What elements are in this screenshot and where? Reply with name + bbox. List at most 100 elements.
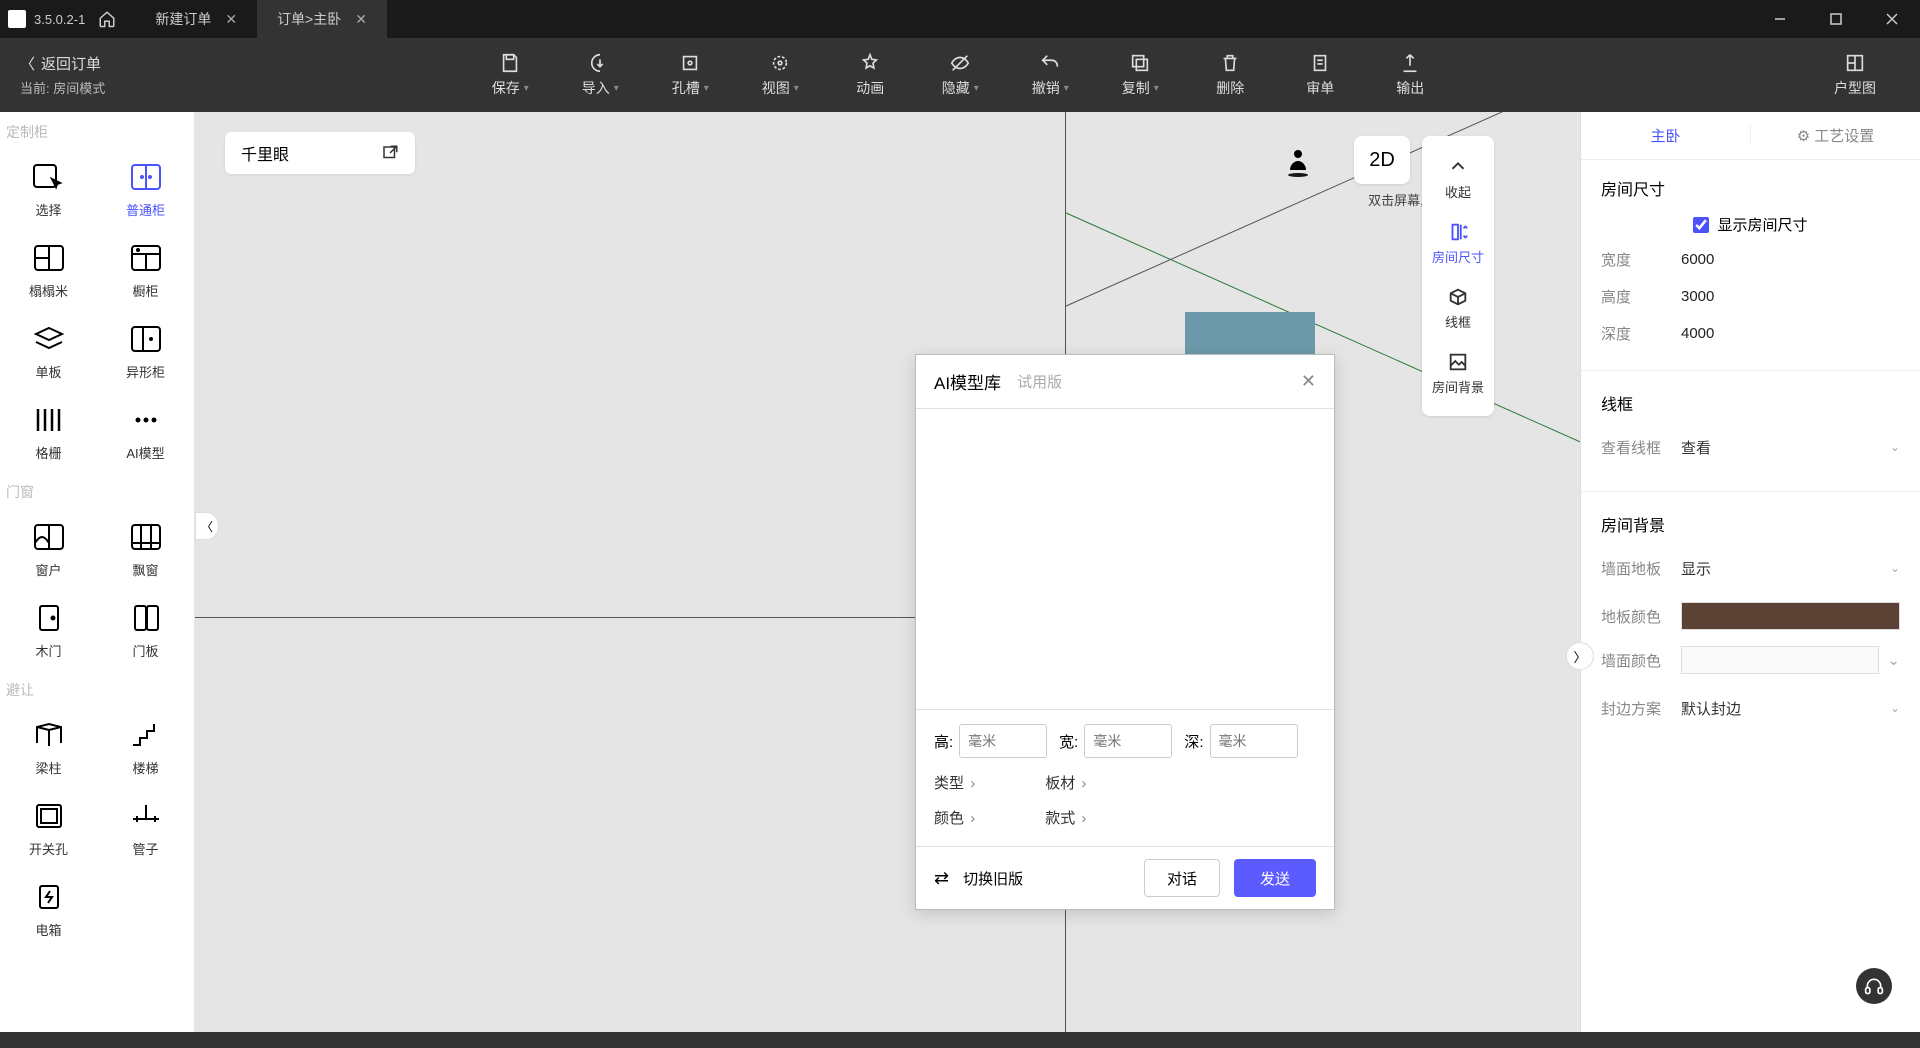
dialog-button[interactable]: 对话 <box>1144 859 1220 897</box>
toggle-collapse[interactable]: 收起 <box>1422 146 1494 211</box>
tool-pipe[interactable]: 管子 <box>97 787 194 868</box>
tool-window[interactable]: 窗户 <box>0 508 97 589</box>
tool-single-board[interactable]: 单板 <box>0 310 97 391</box>
section-cabinet: 定制柜 <box>0 112 194 148</box>
depth-input[interactable] <box>1210 724 1298 758</box>
titlebar: 3.5.0.2-1 新建订单 ✕ 订单>主卧 ✕ <box>0 0 1920 38</box>
beam-icon <box>31 720 67 750</box>
toggle-room-bg[interactable]: 房间背景 <box>1422 341 1494 406</box>
height-label: 高: <box>934 731 953 752</box>
section-wireframe: 线框 <box>1601 391 1900 415</box>
review-button[interactable]: 审单 <box>1275 52 1365 98</box>
canvas-viewport[interactable]: 千里眼 〈 〉 2D 双击屏幕, 快捷键Esc 收起 房间尺寸 线框 房间背景 … <box>195 112 1580 1032</box>
current-mode: 当前: 房间模式 <box>20 78 105 97</box>
tool-ai-model[interactable]: AI模型 <box>97 391 194 472</box>
floor-color-swatch[interactable] <box>1681 602 1900 630</box>
tab-order-room[interactable]: 订单>主卧 ✕ <box>257 0 387 38</box>
tool-tatami[interactable]: 榻榻米 <box>0 229 97 310</box>
tool-beam[interactable]: 梁柱 <box>0 706 97 787</box>
close-icon[interactable]: ✕ <box>355 11 367 28</box>
tool-wood-door[interactable]: 木门 <box>0 589 97 670</box>
room-height-value[interactable]: 3000 <box>1681 288 1714 305</box>
floorplan-button[interactable]: 户型图 <box>1810 52 1900 98</box>
room-depth-value[interactable]: 4000 <box>1681 325 1714 342</box>
save-button[interactable]: 保存▾ <box>465 52 555 98</box>
tool-select[interactable]: 选择 <box>0 148 97 229</box>
width-label: 宽: <box>1059 731 1078 752</box>
view-button[interactable]: 视图▾ <box>735 52 825 98</box>
copy-button[interactable]: 复制▾ <box>1095 52 1185 98</box>
tab-craft[interactable]: ⚙ 工艺设置 <box>1751 112 1920 159</box>
height-input[interactable] <box>959 724 1047 758</box>
door-panel-icon <box>128 603 164 633</box>
wireframe-select[interactable]: 查看⌄ <box>1681 429 1900 465</box>
chevron-down-icon: ▾ <box>974 83 979 94</box>
tool-normal-cabinet[interactable]: 普通柜 <box>97 148 194 229</box>
toggle-wireframe[interactable]: 线框 <box>1422 276 1494 341</box>
tab-new-order[interactable]: 新建订单 ✕ <box>135 0 257 38</box>
export-button[interactable]: 输出 <box>1365 52 1455 98</box>
tool-bay-window[interactable]: 飘窗 <box>97 508 194 589</box>
app-icon <box>8 10 26 28</box>
switch-version-button[interactable]: 切换旧版 <box>963 868 1023 889</box>
animation-button[interactable]: 动画 <box>825 52 915 98</box>
scene-3d <box>195 112 1580 1032</box>
tool-special-cabinet[interactable]: 异形柜 <box>97 310 194 391</box>
wall-color-swatch[interactable] <box>1681 646 1879 674</box>
filter-board[interactable]: 板材 › <box>1045 772 1086 793</box>
tool-ebox[interactable]: 电箱 <box>0 868 97 949</box>
chevron-down-icon: ⌄ <box>1890 701 1900 715</box>
tool-stair[interactable]: 楼梯 <box>97 706 194 787</box>
slot-button[interactable]: 孔槽▾ <box>645 52 735 98</box>
undo-button[interactable]: 撤销▾ <box>1005 52 1095 98</box>
filter-color[interactable]: 颜色 › <box>934 807 975 828</box>
gear-icon: ⚙ <box>1797 127 1810 145</box>
width-input[interactable] <box>1084 724 1172 758</box>
chevron-down-icon: ▾ <box>1154 83 1159 94</box>
close-icon[interactable]: ✕ <box>1301 371 1316 392</box>
collapse-right-handle[interactable]: 〉 <box>1566 642 1594 670</box>
window-controls <box>1752 0 1920 38</box>
tool-kitchen-cabinet[interactable]: 橱柜 <box>97 229 194 310</box>
delete-button[interactable]: 删除 <box>1185 52 1275 98</box>
mode-2d-button[interactable]: 2D <box>1354 136 1410 184</box>
back-block: 〈 返回订单 当前: 房间模式 <box>20 53 105 97</box>
chevron-down-icon: ⌄ <box>1890 440 1900 454</box>
tool-door-panel[interactable]: 门板 <box>97 589 194 670</box>
filter-type[interactable]: 类型 › <box>934 772 975 793</box>
show-room-size-label: 显示房间尺寸 <box>1717 214 1807 235</box>
dialog-body <box>916 409 1334 709</box>
status-bar <box>0 1032 1920 1048</box>
tool-switch-hole[interactable]: 开关孔 <box>0 787 97 868</box>
back-button[interactable]: 〈 返回订单 <box>20 53 105 74</box>
edge-select[interactable]: 默认封边⌄ <box>1681 690 1900 726</box>
cursor-icon <box>31 162 67 192</box>
support-icon[interactable] <box>1856 968 1892 1004</box>
room-width-value[interactable]: 6000 <box>1681 251 1714 268</box>
avatar-viewpoint-icon[interactable] <box>1286 148 1310 178</box>
wallfloor-select[interactable]: 显示⌄ <box>1681 550 1900 586</box>
app-version: 3.5.0.2-1 <box>34 12 85 27</box>
maximize-button[interactable] <box>1808 0 1864 38</box>
collapse-left-handle[interactable]: 〈 <box>195 512 219 540</box>
stair-icon <box>128 720 164 750</box>
ai-model-dialog: AI模型库 试用版 ✕ 高: 宽: 深: 类型 › 板材 › 颜色 › 款式 ›… <box>915 354 1335 910</box>
close-icon[interactable]: ✕ <box>225 11 237 28</box>
import-button[interactable]: 导入▾ <box>555 52 645 98</box>
tool-grid[interactable]: 格栅 <box>0 391 97 472</box>
minimize-button[interactable] <box>1752 0 1808 38</box>
cabinet-icon <box>128 162 164 192</box>
door-icon <box>31 603 67 633</box>
tab-room[interactable]: 主卧 <box>1581 112 1750 159</box>
chevron-down-icon: ▾ <box>1064 83 1069 94</box>
eagle-eye-button[interactable]: 千里眼 <box>225 132 415 174</box>
send-button[interactable]: 发送 <box>1234 859 1316 897</box>
section-door: 门窗 <box>0 472 194 508</box>
right-panel: 主卧 ⚙ 工艺设置 房间尺寸 显示房间尺寸 宽度6000 高度3000 深度40… <box>1580 112 1920 1032</box>
home-icon[interactable] <box>95 7 119 31</box>
show-room-size-checkbox[interactable] <box>1693 217 1709 233</box>
close-button[interactable] <box>1864 0 1920 38</box>
hide-button[interactable]: 隐藏▾ <box>915 52 1005 98</box>
filter-style[interactable]: 款式 › <box>1045 807 1086 828</box>
toggle-room-size[interactable]: 房间尺寸 <box>1422 211 1494 276</box>
